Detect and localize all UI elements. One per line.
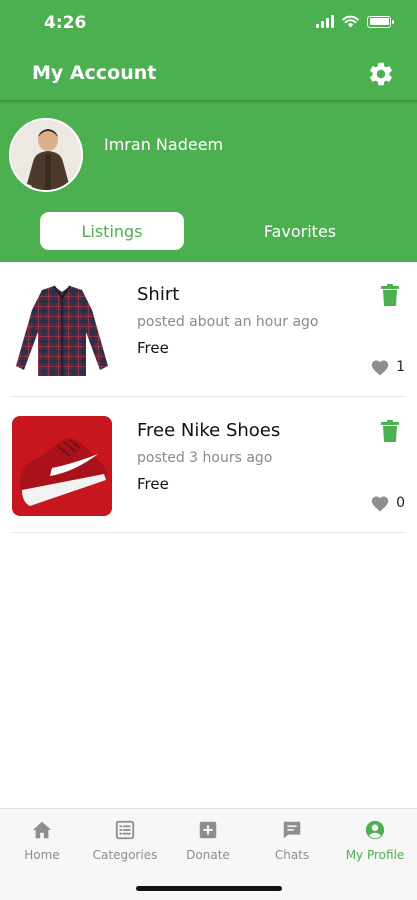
like-counter[interactable]: 1	[370, 358, 405, 376]
title-bar: My Account	[0, 48, 417, 100]
page-title: My Account	[32, 62, 157, 84]
nav-item-my-profile[interactable]: My Profile	[333, 819, 417, 862]
tab-favorites[interactable]: Favorites	[228, 212, 372, 250]
categories-icon	[115, 820, 135, 840]
nav-item-donate[interactable]: Donate	[166, 819, 250, 862]
status-bar: 4:26	[0, 0, 417, 48]
nav-item-chats[interactable]: Chats	[250, 819, 334, 862]
status-time: 4:26	[44, 13, 87, 33]
home-icon	[32, 821, 52, 839]
profile-icon	[365, 820, 385, 840]
signal-icon	[316, 15, 334, 28]
nav-item-home[interactable]: Home	[0, 819, 84, 862]
like-count: 1	[396, 359, 405, 375]
like-count: 0	[396, 495, 405, 511]
wifi-icon	[342, 15, 359, 28]
chat-icon	[283, 821, 301, 839]
trash-icon[interactable]	[380, 284, 400, 306]
listing-price: Free	[137, 475, 169, 493]
nav-label: Home	[24, 848, 60, 862]
nav-label: Categories	[92, 848, 158, 862]
nav-label: Chats	[274, 848, 310, 862]
battery-icon	[367, 15, 394, 28]
heart-icon	[371, 360, 389, 376]
listing-title: Free Nike Shoes	[137, 420, 281, 441]
like-counter[interactable]: 0	[370, 494, 405, 512]
listing-image-shirt[interactable]	[12, 280, 112, 380]
listing-title: Shirt	[137, 284, 180, 305]
nav-label: My Profile	[345, 848, 405, 862]
avatar[interactable]	[9, 118, 83, 192]
listing-price: Free	[137, 339, 169, 357]
status-icons	[316, 15, 394, 28]
home-indicator[interactable]	[136, 886, 282, 891]
tab-listings[interactable]: Listings	[40, 212, 184, 250]
trash-icon[interactable]	[380, 420, 400, 442]
listing-image-shoes[interactable]	[12, 416, 112, 516]
listing-time: posted 3 hours ago	[137, 450, 273, 466]
listing-item[interactable]: Free Nike Shoes posted 3 hours ago Free …	[12, 398, 405, 533]
nav-item-categories[interactable]: Categories	[83, 819, 167, 862]
heart-icon	[371, 496, 389, 512]
nav-label: Donate	[186, 848, 230, 862]
user-name: Imran Nadeem	[104, 135, 224, 154]
gear-icon[interactable]	[367, 60, 395, 88]
listing-item[interactable]: Shirt posted about an hour ago Free 1	[12, 262, 405, 397]
listing-time: posted about an hour ago	[137, 314, 319, 330]
header-divider	[0, 100, 417, 104]
donate-icon	[199, 821, 217, 839]
